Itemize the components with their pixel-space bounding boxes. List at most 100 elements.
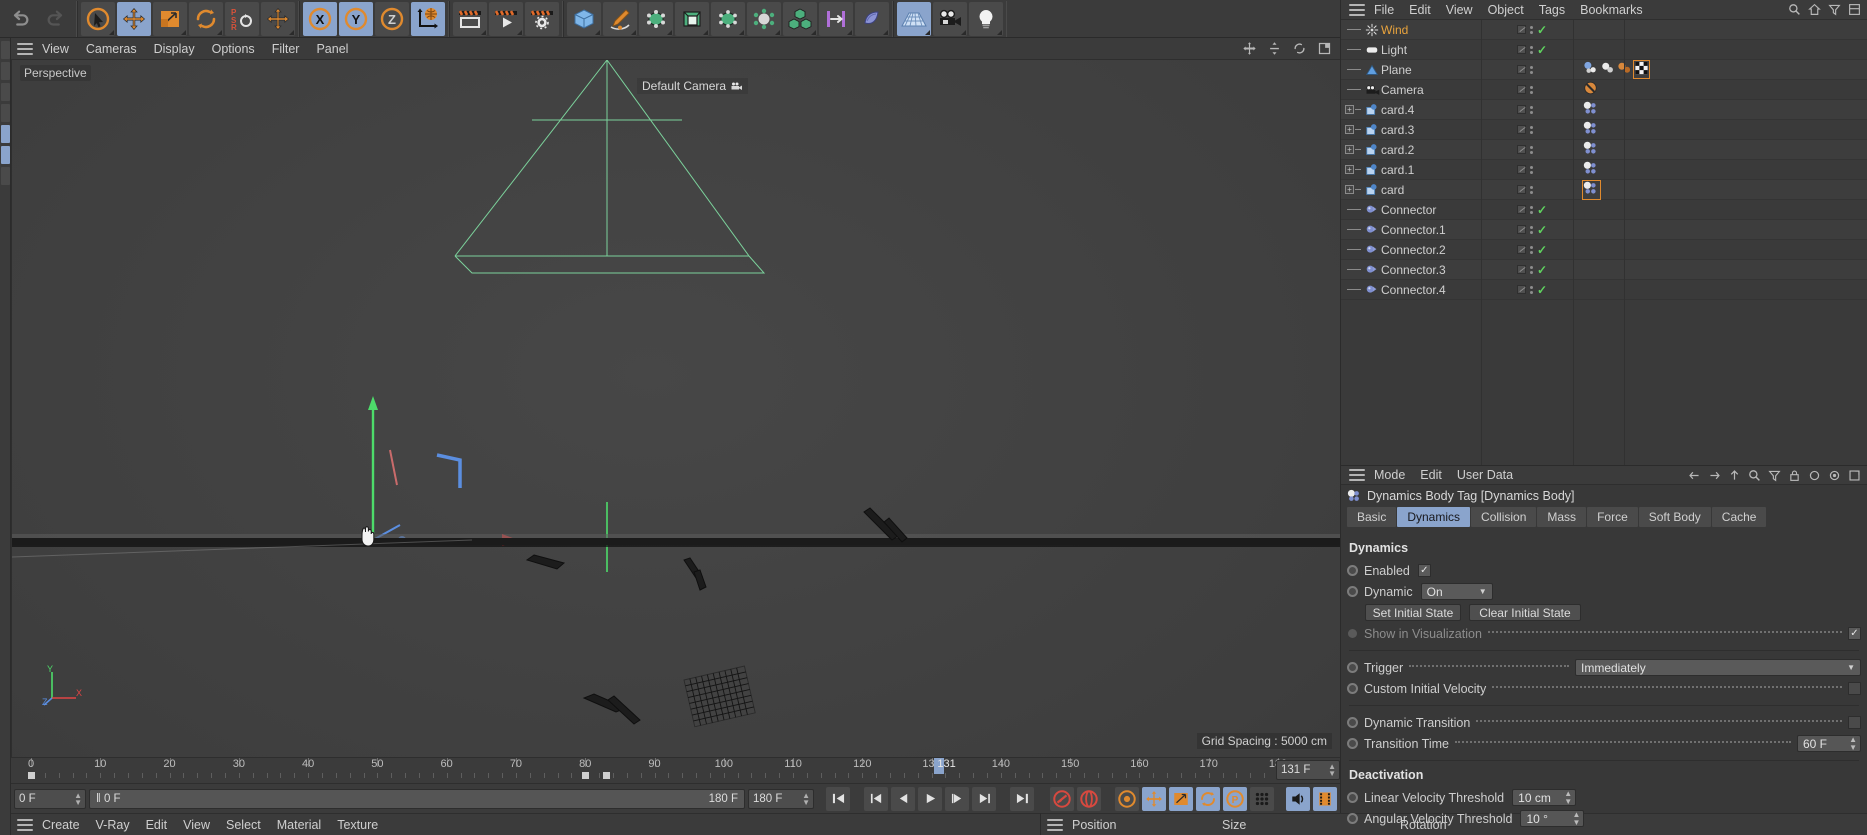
move-view-icon[interactable] [1242, 41, 1257, 56]
blue-cube-icon[interactable] [567, 1, 601, 36]
scale-view-icon[interactable] [1267, 41, 1282, 56]
transition-time-spinner[interactable]: ▲ ▼ [1849, 736, 1857, 752]
globe-axis-icon[interactable] [411, 1, 445, 36]
go-to-previous-key-button[interactable] [864, 786, 888, 811]
filter-icon[interactable] [1768, 469, 1781, 485]
tag-dynamics-tag[interactable] [1583, 61, 1598, 78]
attribute-tab-force[interactable]: Force [1587, 507, 1638, 527]
object-row-card-3[interactable]: + card.3 [1341, 120, 1867, 140]
linear-velocity-threshold-spinner[interactable]: ▲ ▼ [1564, 790, 1572, 806]
object-tags[interactable] [1583, 141, 1600, 159]
object-row-card-4[interactable]: + card.4 [1341, 100, 1867, 120]
enabled-check-icon[interactable]: ✓ [1537, 43, 1547, 57]
parameter-key-button[interactable]: P [1223, 786, 1247, 811]
position-key-button[interactable] [1142, 786, 1166, 811]
parameter-animate-radio[interactable] [1348, 629, 1357, 638]
enabled-checkbox[interactable]: ✓ [1417, 564, 1431, 577]
clapper-frame-icon[interactable] [453, 1, 487, 36]
pin-icon[interactable] [1808, 469, 1821, 485]
object-menu-view[interactable]: View [1446, 3, 1473, 17]
attribute-tab-basic[interactable]: Basic [1347, 507, 1397, 527]
enabled-check-icon[interactable]: ✓ [1537, 263, 1547, 277]
go-to-next-frame-button[interactable] [945, 786, 969, 811]
enabled-check-icon[interactable]: ✓ [1537, 23, 1547, 37]
visibility-editor-dot[interactable] [1517, 265, 1526, 274]
home-icon[interactable] [1808, 3, 1821, 19]
search-icon[interactable] [1748, 469, 1761, 485]
visibility-render-dots[interactable] [1530, 145, 1533, 154]
palette-chip-7[interactable] [1, 167, 10, 185]
record-icon[interactable] [1828, 469, 1841, 485]
enabled-check-icon[interactable]: ✓ [1537, 223, 1547, 237]
sphere-points-icon[interactable] [747, 1, 781, 36]
attribute-tab-collision[interactable]: Collision [1471, 507, 1537, 527]
object-name[interactable]: Connector.4 [1381, 283, 1446, 297]
maximize-view-icon[interactable] [1317, 41, 1332, 56]
palette-chip-3[interactable] [1, 83, 10, 101]
visibility-editor-dot[interactable] [1517, 165, 1526, 174]
visibility-render-dots[interactable] [1530, 225, 1533, 234]
object-tags[interactable] [1583, 81, 1598, 98]
object-visibility-controls[interactable]: ✓ [1517, 43, 1547, 57]
current-frame-field[interactable]: 0 F ▲ ▼ [14, 788, 86, 809]
object-row-card-1[interactable]: + card.1 [1341, 160, 1867, 180]
visibility-editor-dot[interactable] [1517, 185, 1526, 194]
letter-x-circle-icon[interactable]: X [303, 1, 337, 36]
tag-protection-tag[interactable] [1583, 81, 1598, 98]
clapper-gear-icon[interactable] [525, 1, 559, 36]
go-to-next-key-button[interactable] [972, 786, 996, 811]
expand-plus-icon[interactable]: + [1345, 145, 1354, 154]
object-name[interactable]: Camera [1381, 83, 1424, 97]
go-to-previous-frame-button[interactable] [891, 786, 915, 811]
parameter-animate-radio[interactable] [1347, 662, 1358, 673]
attribute-menu-edit[interactable]: Edit [1420, 468, 1442, 482]
object-manager-tree[interactable]: Wind ✓ Light ✓ Plane Camera + card.4 + card.3 + car… [1341, 20, 1867, 465]
object-name[interactable]: Connector.1 [1381, 223, 1446, 237]
visibility-render-dots[interactable] [1530, 65, 1533, 74]
object-tree-toggle[interactable]: + [1341, 145, 1363, 154]
visibility-editor-dot[interactable] [1517, 85, 1526, 94]
visibility-render-dots[interactable] [1530, 105, 1533, 114]
clapper-play-icon[interactable] [489, 1, 523, 36]
object-visibility-controls[interactable]: ✓ [1517, 223, 1547, 237]
material-menu-vray[interactable]: V-Ray [96, 818, 130, 832]
timeline-key-marker[interactable] [28, 772, 35, 779]
attribute-tab-cache[interactable]: Cache [1711, 507, 1767, 527]
object-menu-object[interactable]: Object [1488, 3, 1524, 17]
custom-initial-velocity-checkbox[interactable] [1848, 682, 1861, 695]
object-manager-burger-icon[interactable] [1349, 3, 1365, 16]
object-row-light[interactable]: Light ✓ [1341, 40, 1867, 60]
tag-texture-tag-selected[interactable] [1633, 60, 1650, 79]
viewport-menu-panel[interactable]: Panel [316, 42, 348, 56]
linear-velocity-threshold-field[interactable]: 10 cm ▲ ▼ [1512, 789, 1577, 806]
redo-arrow-icon[interactable] [39, 2, 73, 36]
material-burger-icon[interactable] [17, 818, 33, 831]
layer-icon[interactable] [1848, 3, 1861, 19]
object-tags[interactable] [1583, 101, 1600, 119]
object-row-connector[interactable]: Connector ✓ [1341, 200, 1867, 220]
object-tags[interactable] [1583, 161, 1600, 179]
object-row-connector-1[interactable]: Connector.1 ✓ [1341, 220, 1867, 240]
show-in-visualization-checkbox[interactable]: ✓ [1848, 627, 1861, 640]
object-name[interactable]: card.2 [1381, 143, 1414, 157]
go-to-start-button[interactable] [826, 786, 850, 811]
visibility-render-dots[interactable] [1530, 265, 1533, 274]
viewport-menu-display[interactable]: Display [154, 42, 195, 56]
visibility-render-dots[interactable] [1530, 285, 1533, 294]
object-visibility-controls[interactable] [1517, 165, 1533, 174]
clear-initial-state-button[interactable]: Clear Initial State [1469, 604, 1581, 621]
object-tags[interactable] [1583, 60, 1650, 79]
object-name[interactable]: card [1381, 183, 1404, 197]
object-tree-toggle[interactable]: + [1341, 185, 1363, 194]
visibility-editor-dot[interactable] [1517, 225, 1526, 234]
visibility-render-dots[interactable] [1530, 165, 1533, 174]
visibility-render-dots[interactable] [1530, 25, 1533, 34]
chevron-down-icon[interactable]: ▼ [1479, 587, 1487, 596]
material-menu-texture[interactable]: Texture [337, 818, 378, 832]
go-to-end-button[interactable] [1010, 786, 1034, 811]
coordinates-burger-icon[interactable] [1047, 818, 1063, 831]
attribute-tab-mass[interactable]: Mass [1537, 507, 1587, 527]
move-arrows-icon[interactable] [117, 1, 151, 36]
material-menu-edit[interactable]: Edit [146, 818, 168, 832]
psr-letters-icon[interactable]: PSR [225, 1, 259, 36]
